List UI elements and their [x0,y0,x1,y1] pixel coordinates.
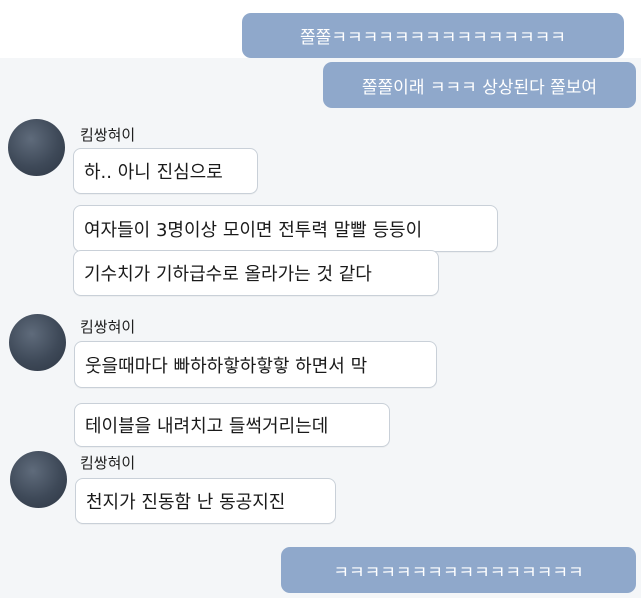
message-text: 쫄쫄이래 ㅋㅋㅋ 상상된다 쫄보여 [361,77,598,98]
outgoing-message-bubble[interactable]: 쫄쫄이래 ㅋㅋㅋ 상상된다 쫄보여 [323,62,636,108]
avatar[interactable] [9,314,66,371]
message-text: 하.. 아니 진심으로 [84,162,223,183]
incoming-message-bubble[interactable]: 기수치가 기하급수로 올라가는 것 같다 [73,250,439,296]
message-text: 천지가 진동함 난 동공지진 [86,492,286,513]
sender-name: 킴쌍혀이 [80,454,136,472]
outgoing-message-bubble[interactable]: 쫄쫄ㅋㅋㅋㅋㅋㅋㅋㅋㅋㅋㅋㅋㅋㅋㅋ [242,13,624,58]
message-text: 웃을때마다 빠하하핳하핳핳 하면서 막 [85,355,368,377]
incoming-message-bubble[interactable]: 여자들이 3명이상 모이면 전투력 말빨 등등이 [73,205,498,252]
incoming-message-bubble[interactable]: 천지가 진동함 난 동공지진 [75,478,336,524]
avatar[interactable] [10,451,67,508]
sender-name: 킴쌍혀이 [80,126,136,144]
sender-name: 킴쌍혀이 [80,318,136,336]
avatar[interactable] [8,119,65,176]
incoming-message-bubble[interactable]: 하.. 아니 진심으로 [73,148,258,194]
message-text: 쫄쫄ㅋㅋㅋㅋㅋㅋㅋㅋㅋㅋㅋㅋㅋㅋㅋ [300,28,566,48]
incoming-message-bubble[interactable]: 테이블을 내려치고 들썩거리는데 [74,403,390,447]
message-text: ㅋㅋㅋㅋㅋㅋㅋㅋㅋㅋㅋㅋㅋㅋㅋㅋ [333,562,584,583]
message-text: 기수치가 기하급수로 올라가는 것 같다 [84,264,372,285]
outgoing-message-bubble[interactable]: ㅋㅋㅋㅋㅋㅋㅋㅋㅋㅋㅋㅋㅋㅋㅋㅋ [281,547,636,593]
incoming-message-bubble[interactable]: 웃을때마다 빠하하핳하핳핳 하면서 막 [74,341,437,388]
message-text: 테이블을 내려치고 들썩거리는데 [85,416,329,437]
message-text: 여자들이 3명이상 모이면 전투력 말빨 등등이 [84,219,423,241]
